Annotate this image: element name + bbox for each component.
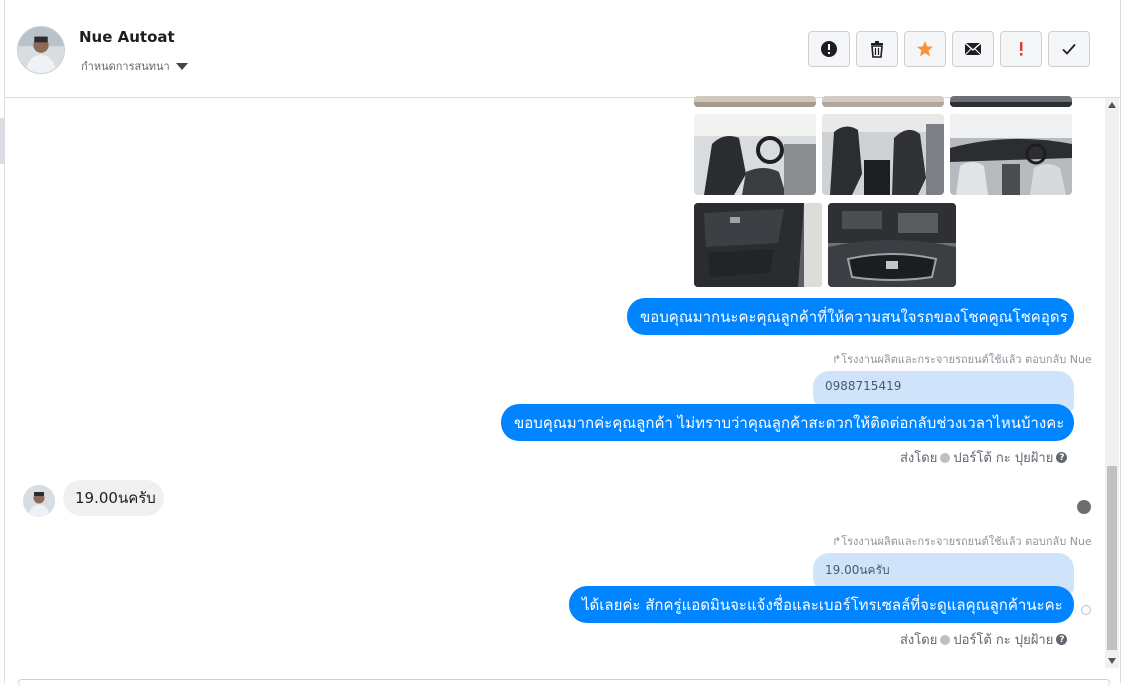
help-icon[interactable]: ? [1056,452,1068,463]
sent-status-icon [1081,605,1091,615]
sent-by-label: ส่งโดย [900,633,938,648]
verified-icon [940,452,951,463]
exclamation-icon [1020,42,1023,56]
contact-avatar[interactable] [17,26,65,74]
car-photo[interactable] [694,114,816,195]
scroll-up-arrow-icon[interactable] [1108,102,1116,108]
mark-unread-button[interactable] [952,31,994,67]
sent-by-line: ส่งโดย ปอร์โต้ กะ ปุยฝ้าย ? [900,447,1068,468]
reply-arrow-icon: ↱ [832,353,842,366]
reply-arrow-icon: ↱ [832,535,842,548]
car-photo[interactable] [694,203,822,287]
delete-button[interactable] [856,31,898,67]
verified-icon [940,634,951,645]
follow-up-button[interactable] [1000,31,1042,67]
page-message-bubble[interactable]: ขอบคุณมากค่ะคุณลูกค้า ไม่ทราบว่าคุณลูกค้… [501,404,1074,441]
sender-name[interactable]: ปอร์โต้ กะ ปุยฝ้าย [953,629,1053,650]
car-photo[interactable] [828,203,956,287]
sender-name[interactable]: ปอร์โต้ กะ ปุยฝ้าย [953,447,1053,468]
help-icon[interactable]: ? [1056,634,1068,645]
car-photo[interactable] [950,114,1072,195]
sent-by-line: ส่งโดย ปอร์โต้ กะ ปุยฝ้าย ? [900,629,1068,650]
car-photo[interactable] [694,96,816,107]
page-message-bubble[interactable]: ได้เลยค่ะ สักครู่แอดมินจะแจ้งชื่อและเบอร… [569,586,1074,623]
reply-attribution-text: โรงงานผลิตและกระจายรถยนต์ใช้แล้ว ตอบกลับ… [841,353,1092,366]
envelope-icon [964,42,982,56]
car-photo[interactable] [950,96,1072,107]
check-icon [1062,43,1076,55]
conversation-toolbar [808,31,1090,67]
mark-done-button[interactable] [1048,31,1090,67]
scroll-down-arrow-icon[interactable] [1108,658,1116,664]
reply-attribution: ↱โรงงานผลิตและกระจายรถยนต์ใช้แล้ว ตอบกลั… [832,350,1092,368]
car-photo[interactable] [822,96,944,107]
seen-by-avatar [1077,500,1091,514]
trash-icon [871,41,883,58]
sent-by-label: ส่งโดย [900,451,938,466]
car-photo[interactable] [822,114,944,195]
mark-spam-button[interactable] [808,31,850,67]
assign-label: กำหนดการสนทนา [81,60,170,73]
contact-name[interactable]: Nue Autoat [79,28,175,46]
customer-avatar[interactable] [23,485,55,517]
chevron-down-icon [175,62,188,70]
alert-circle-icon [821,41,837,57]
customer-message-bubble[interactable]: 19.00นครับ [63,480,164,516]
reply-attribution-text: โรงงานผลิตและกระจายรถยนต์ใช้แล้ว ตอบกลับ… [841,535,1092,548]
assign-conversation-dropdown[interactable]: กำหนดการสนทนา [81,57,188,75]
message-scrollbar[interactable] [1105,98,1119,668]
conversation-header: Nue Autoat กำหนดการสนทนา [5,0,1120,98]
scroll-thumb[interactable] [1107,466,1117,650]
page-message-bubble[interactable]: ขอบคุณมากนะคะคุณลูกค้าที่ให้ความสนใจรถขอ… [627,298,1074,335]
star-icon [917,41,933,57]
star-button[interactable] [904,31,946,67]
reply-attribution: ↱โรงงานผลิตและกระจายรถยนต์ใช้แล้ว ตอบกลั… [832,532,1092,550]
